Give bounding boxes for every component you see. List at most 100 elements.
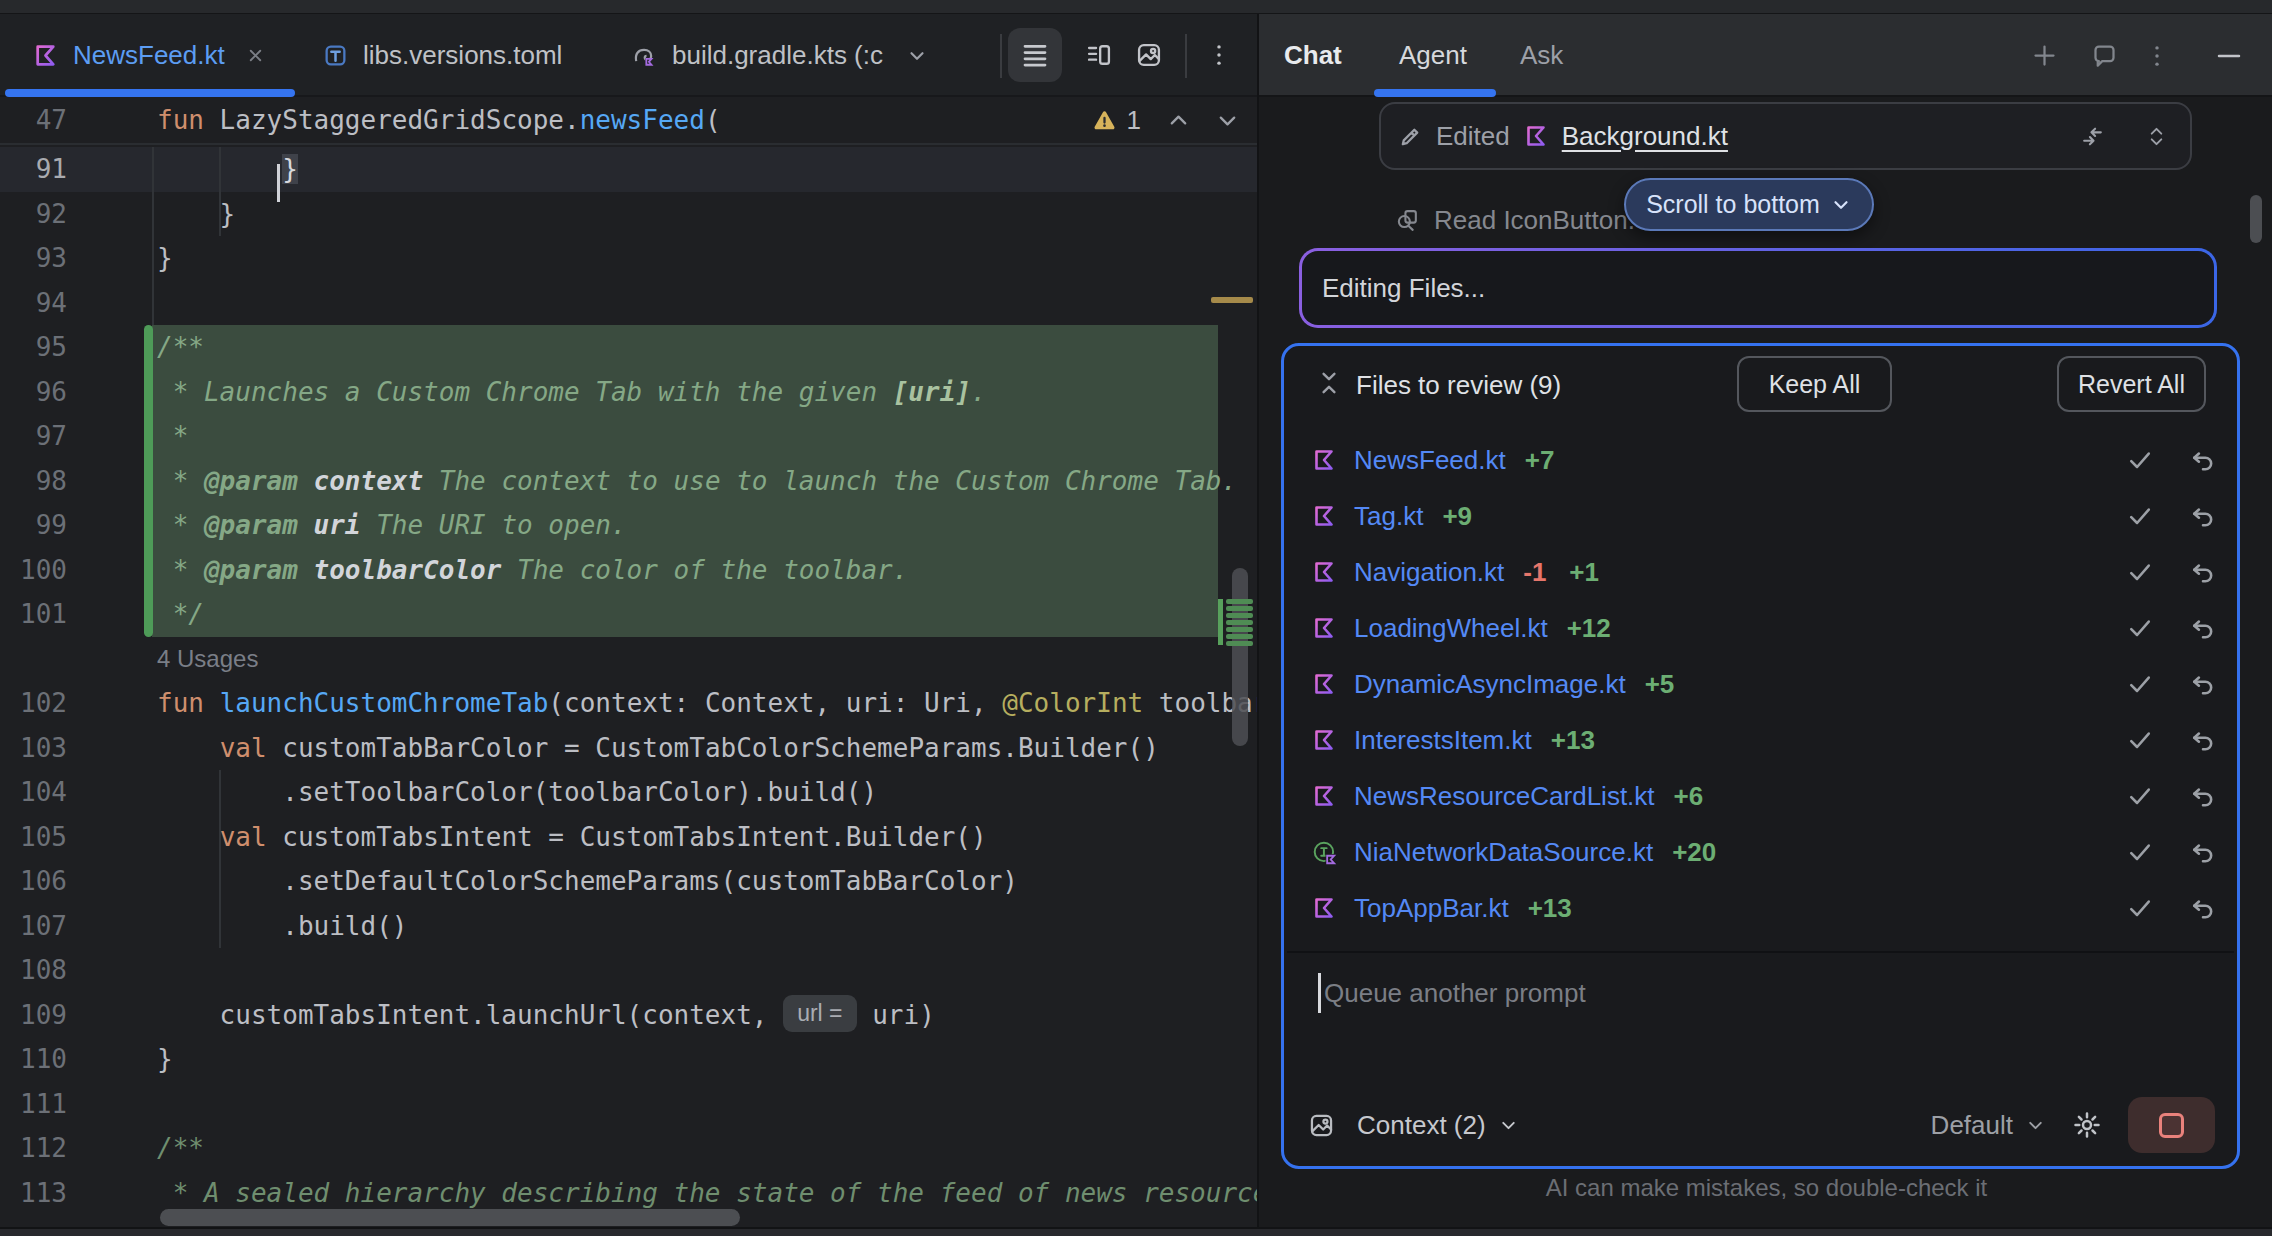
prev-warning-icon[interactable] [1167,109,1190,132]
scroll-to-bottom-button[interactable]: Scroll to bottom [1624,178,1874,231]
warning-stripe-mark[interactable] [1211,297,1253,303]
kotlin-file-icon [33,43,58,68]
attach-image-icon[interactable] [1308,1112,1335,1139]
removed-count: -1 [1523,544,1546,600]
edited-file-link[interactable]: Background.kt [1562,121,1728,152]
edited-file-card[interactable]: Edited Background.kt [1379,102,2192,170]
vertical-scrollbar[interactable] [1232,568,1248,746]
prompt-input[interactable]: Queue another prompt [1324,973,1586,1013]
kotlin-file-icon [1312,448,1336,472]
stripe-mark [1226,613,1253,618]
inlay-hint-chip: url = [783,995,856,1032]
revert-all-button[interactable]: Revert All [2057,356,2206,412]
revert-file-button[interactable] [2189,838,2217,866]
keep-file-button[interactable] [2126,446,2154,474]
history-button[interactable] [2091,14,2118,97]
keep-file-button[interactable] [2126,614,2154,642]
keep-file-button[interactable] [2126,838,2154,866]
revert-file-button[interactable] [2189,726,2217,754]
line-number: 100 [0,548,67,593]
kotlin-file-icon [1524,124,1548,148]
file-link[interactable]: NewsFeed.kt [1354,432,1506,488]
file-link[interactable]: LoadingWheel.kt [1354,600,1548,656]
chat-options-button[interactable] [2144,14,2170,97]
code-viewport[interactable]: 91 }92 }93}9495/**96 * Launches a Custom… [0,147,1257,1227]
tab-libs-versions[interactable]: libs.versions.toml [323,14,562,97]
tab-newsfeed[interactable]: NewsFeed.kt [33,14,265,97]
line-number: 111 [0,1082,67,1127]
stripe-mark [1226,599,1253,604]
preview-button[interactable] [1122,28,1176,82]
expand-icon[interactable] [2145,125,2168,148]
keep-all-button[interactable]: Keep All [1737,356,1892,412]
split-editor-button[interactable] [1072,28,1126,82]
toolbar-separator [1000,34,1002,78]
stop-button[interactable] [2128,1097,2215,1153]
file-link[interactable]: DynamicAsyncImage.kt [1354,656,1626,712]
gear-icon[interactable] [2072,1110,2102,1140]
keep-file-button[interactable] [2126,726,2154,754]
chat-scrollbar[interactable] [2250,195,2262,243]
tab-ask[interactable]: Ask [1520,14,1563,97]
code-line: 112/** [0,1126,1257,1171]
minimize-icon [2214,41,2244,71]
context-label: Context (2) [1357,1110,1486,1141]
edited-label: Edited [1436,121,1510,152]
sticky-line: 47 fun LazyStaggeredGridScope.newsFeed( … [0,97,1257,145]
keep-file-button[interactable] [2126,894,2154,922]
revert-file-button[interactable] [2189,446,2217,474]
view-mode-button[interactable] [1008,28,1062,82]
model-selector[interactable]: Default [1931,1110,2046,1141]
code-editor: NewsFeed.kt libs.versions.toml build.gra… [0,14,1257,1227]
next-warning-icon[interactable] [1216,109,1239,132]
file-link[interactable]: Navigation.kt [1354,544,1504,600]
line-number: 103 [0,726,67,771]
plus-icon [2031,42,2058,69]
file-review-row: NewsFeed.kt +7 [1284,432,2237,488]
tab-build-gradle[interactable]: build.gradle.kts (:c [630,14,928,97]
revert-file-button[interactable] [2189,502,2217,530]
gradle-file-icon [630,42,657,69]
close-icon[interactable] [246,46,265,65]
file-link[interactable]: InterestsItem.kt [1354,712,1532,768]
kebab-menu-icon [2144,43,2170,69]
usages-hint[interactable]: 4 Usages [157,637,258,682]
horizontal-scrollbar[interactable] [160,1209,740,1226]
stripe-mark [1226,627,1253,632]
revert-file-button[interactable] [2189,894,2217,922]
diff-icon[interactable] [2080,124,2105,149]
list-icon [1020,40,1050,70]
collapse-all-icon[interactable] [1316,370,1342,396]
added-count: +13 [1528,880,1572,936]
added-count: +5 [1645,656,1675,712]
tab-agent[interactable]: Agent [1399,14,1467,97]
keep-file-button[interactable] [2126,558,2154,586]
keep-file-button[interactable] [2126,782,2154,810]
context-button[interactable]: Context (2) [1357,1110,1519,1141]
kotlin-file-icon [1312,560,1336,584]
minimize-button[interactable] [2214,14,2244,97]
revert-file-button[interactable] [2189,782,2217,810]
code-line: 104 .setToolbarColor(toolbarColor).build… [0,770,1257,815]
keep-file-button[interactable] [2126,502,2154,530]
file-link[interactable]: NewsResourceCardList.kt [1354,768,1655,824]
file-link[interactable]: Tag.kt [1354,488,1423,544]
code-lines: 91 }92 }93}9495/**96 * Launches a Custom… [0,147,1257,1215]
chevron-down-icon [1830,194,1852,216]
keep-file-button[interactable] [2126,670,2154,698]
file-link[interactable]: NiaNetworkDataSource.kt [1354,824,1653,880]
file-review-row: DynamicAsyncImage.kt +5 [1284,656,2237,712]
editor-options-button[interactable] [1192,28,1246,82]
revert-file-button[interactable] [2189,614,2217,642]
file-link[interactable]: TopAppBar.kt [1354,880,1509,936]
revert-file-button[interactable] [2189,670,2217,698]
tab-label: libs.versions.toml [363,40,562,71]
code-text: * @param toolbarColor The color of the t… [157,548,908,593]
code-line: 107 .build() [0,904,1257,949]
chevron-down-icon[interactable] [906,45,928,67]
warning-badge[interactable]: 1 [1092,105,1141,136]
line-number: 98 [0,459,67,504]
new-chat-button[interactable] [2031,14,2058,97]
revert-file-button[interactable] [2189,558,2217,586]
changed-lines-stripe [1218,599,1223,645]
